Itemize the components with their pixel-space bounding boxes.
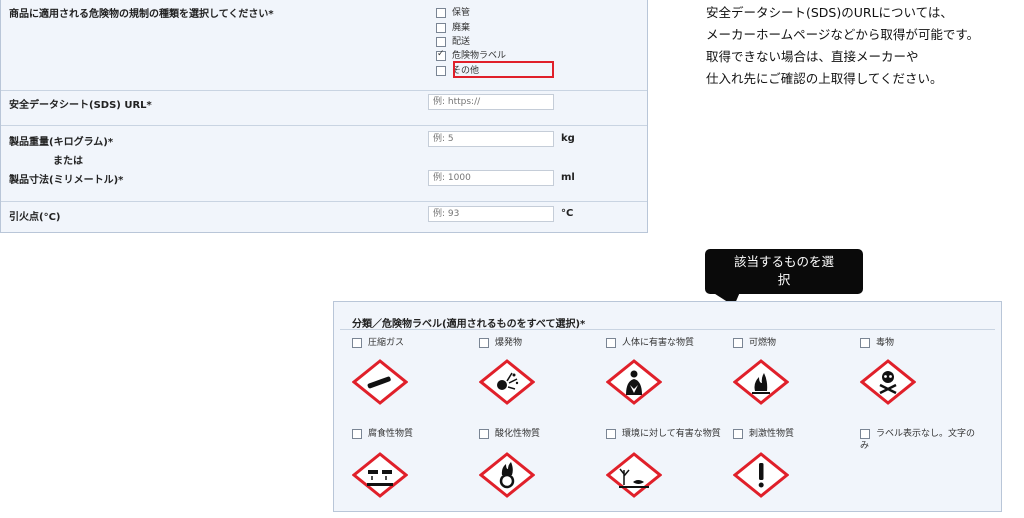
classification-title: 分類／危険物ラベル(適用されるものをすべて選択)* (352, 319, 586, 330)
sds-label: 安全データシート(SDS) URL* (9, 100, 152, 111)
or-label: または (53, 156, 83, 167)
dimension-unit: ml (561, 172, 575, 183)
environment-checkbox[interactable] (606, 429, 616, 439)
toxic-checkbox[interactable] (860, 338, 870, 348)
option-disposal[interactable]: 廃棄 (436, 20, 470, 33)
weight-unit: kg (561, 133, 575, 144)
sds-url-input[interactable] (428, 94, 554, 110)
note-line: 仕入れ先にご確認の上取得してください。 (706, 71, 943, 86)
skull-crossbones-icon (860, 359, 916, 405)
sds-note: 安全データシート(SDS)のURLについては、 メーカーホームページなどから取得… (706, 2, 979, 90)
weight-dimension-row: 製品重量(キログラム)* kg または 製品寸法(ミリメートル)* ml (1, 125, 647, 202)
other-highlight-box (453, 61, 554, 78)
hazard-item-oxidizer[interactable]: 酸化性物質 (479, 428, 619, 440)
flash-point-label: 引火点(°C) (9, 212, 61, 223)
health-hazard-icon (606, 359, 662, 405)
flame-icon (733, 359, 789, 405)
callout-line: 択 (777, 272, 791, 287)
flame-over-circle-icon (479, 452, 535, 498)
hazard-item-explosive[interactable]: 爆発物 (479, 337, 619, 349)
compressed-gas-checkbox[interactable] (352, 338, 362, 348)
note-line: 取得できない場合は、直接メーカーや (706, 49, 919, 64)
classification-panel: 分類／危険物ラベル(適用されるものをすべて選択)* 圧縮ガス 爆発物 人体に有害… (333, 301, 1002, 512)
regulation-label: 商品に適用される危険物の規制の種類を選択してください* (9, 9, 274, 20)
flammable-checkbox[interactable] (733, 338, 743, 348)
sds-row: 安全データシート(SDS) URL* (1, 90, 647, 126)
corrosion-icon (352, 452, 408, 498)
hazard-item-corrosive[interactable]: 腐食性物質 (352, 428, 492, 440)
hazard-item-toxic[interactable]: 毒物 (860, 337, 1000, 349)
option-hazmat-label[interactable]: 危険物ラベル (436, 48, 506, 61)
corrosive-checkbox[interactable] (352, 429, 362, 439)
gas-cylinder-icon (352, 359, 408, 405)
dimension-label: 製品寸法(ミリメートル)* (9, 175, 124, 186)
hazmat-label-checkbox[interactable] (436, 49, 446, 61)
hazard-item-compressed-gas[interactable]: 圧縮ガス (352, 337, 492, 349)
exploding-bomb-icon (479, 359, 535, 405)
flash-point-input[interactable] (428, 206, 554, 222)
hazard-item-irritant[interactable]: 刺激性物質 (733, 428, 873, 440)
weight-input[interactable] (428, 131, 554, 147)
no-label-checkbox[interactable] (860, 429, 870, 439)
weight-label: 製品重量(キログラム)* (9, 137, 114, 148)
divider (340, 329, 995, 330)
hazmat-form-panel: 商品に適用される危険物の規制の種類を選択してください* 保管 廃棄 配送 危険物… (0, 0, 648, 233)
explosive-checkbox[interactable] (479, 338, 489, 348)
hazard-item-environment[interactable]: 環境に対して有害な物質 (606, 428, 746, 440)
dimension-input[interactable] (428, 170, 554, 186)
oxidizer-checkbox[interactable] (479, 429, 489, 439)
storage-checkbox[interactable] (436, 7, 446, 18)
flash-point-unit: °C (561, 208, 574, 219)
environment-icon (606, 452, 662, 498)
note-line: メーカーホームページなどから取得が可能です。 (706, 27, 980, 42)
select-callout: 該当するものを選 択 (705, 249, 863, 294)
health-hazard-checkbox[interactable] (606, 338, 616, 348)
other-checkbox[interactable] (436, 65, 446, 76)
option-shipping[interactable]: 配送 (436, 34, 470, 47)
exclamation-mark-icon (733, 452, 789, 498)
hazard-item-no-label[interactable]: ラベル表示なし。文字のみ (860, 428, 1000, 452)
option-storage[interactable]: 保管 (436, 5, 470, 18)
flash-point-row: 引火点(°C) °C (1, 201, 647, 232)
note-line: 安全データシート(SDS)のURLについては、 (706, 5, 953, 20)
hazard-item-health[interactable]: 人体に有害な物質 (606, 337, 746, 349)
callout-line: 該当するものを選 (733, 254, 834, 269)
irritant-checkbox[interactable] (733, 429, 743, 439)
shipping-checkbox[interactable] (436, 36, 446, 47)
disposal-checkbox[interactable] (436, 22, 446, 33)
hazard-item-flammable[interactable]: 可燃物 (733, 337, 873, 349)
